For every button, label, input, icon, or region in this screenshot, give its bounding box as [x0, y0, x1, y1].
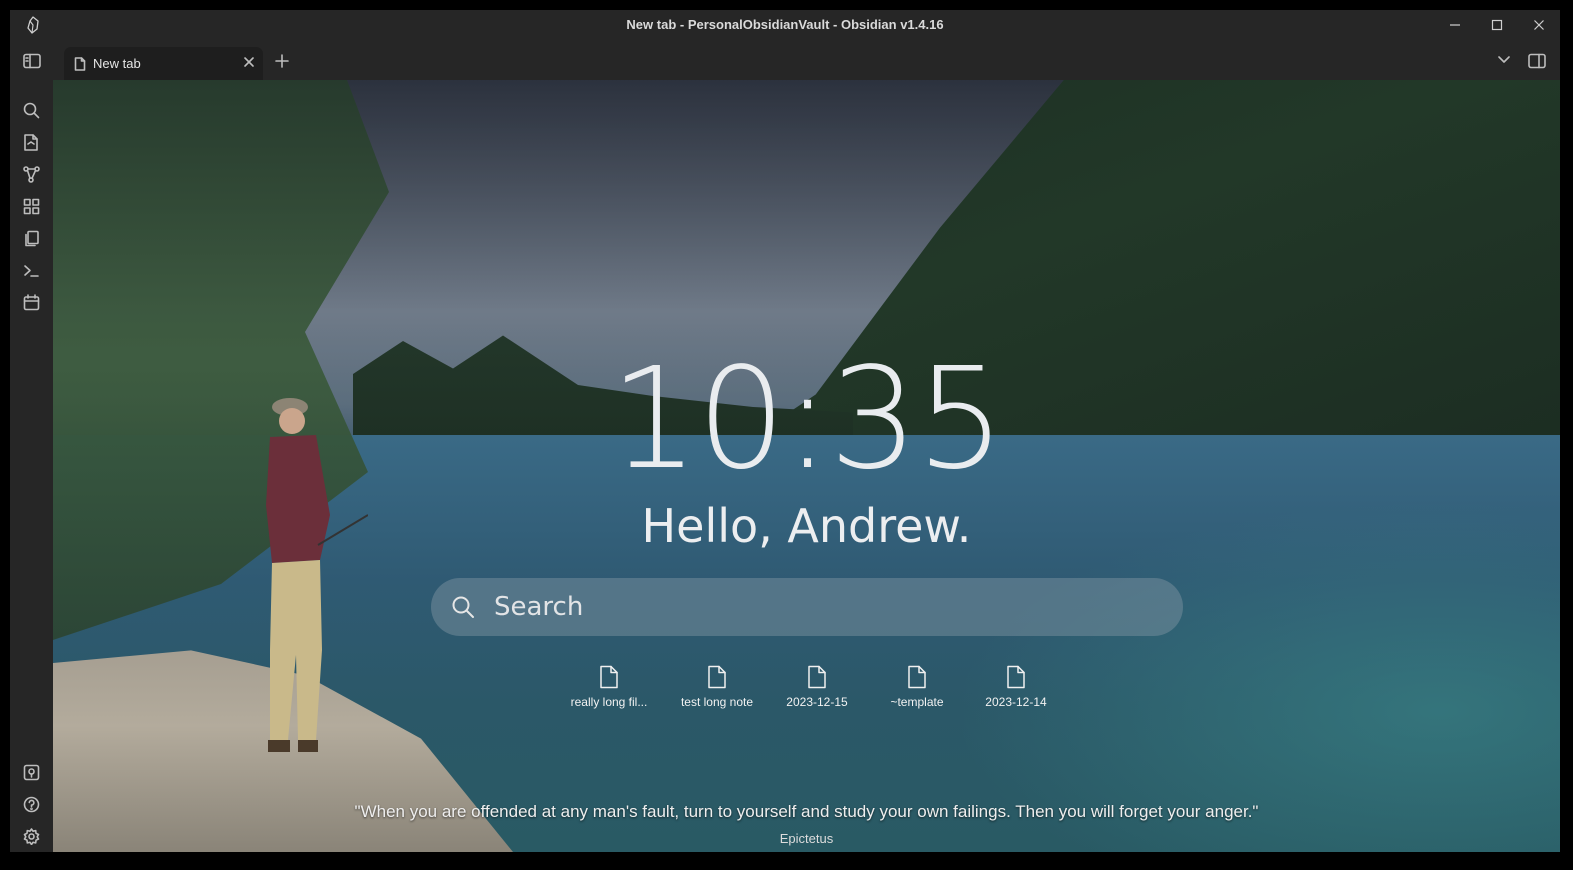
recent-file-item[interactable]: 2023-12-14 [968, 665, 1064, 709]
tab-list-chevron-down-icon[interactable] [1498, 56, 1510, 64]
search-icon [451, 595, 475, 619]
recent-file-item[interactable]: ~template [869, 665, 965, 709]
obsidian-window: New tab - PersonalObsidianVault - Obsidi… [10, 10, 1560, 852]
new-tab-plus-icon[interactable] [275, 54, 289, 68]
canvas-icon[interactable] [23, 198, 40, 215]
left-ribbon [10, 80, 53, 852]
search-icon[interactable] [23, 102, 40, 119]
file-icon [906, 665, 928, 691]
daily-quote: "When you are offended at any man's faul… [354, 802, 1259, 821]
close-window-button[interactable] [1518, 10, 1560, 40]
minimize-button[interactable] [1434, 10, 1476, 40]
recent-file-item[interactable]: 2023-12-15 [769, 665, 865, 709]
new-tab-home: 10:35 Hello, Andrew. really long fil... … [53, 80, 1560, 852]
quick-switcher-icon[interactable] [23, 134, 39, 151]
recent-file-item[interactable]: test long note [669, 665, 765, 709]
quote-author: Epictetus [779, 831, 834, 846]
clock-time: 10:35 [609, 338, 1005, 501]
greeting-text: Hello, Andrew. [641, 499, 972, 553]
maximize-icon [1491, 19, 1503, 31]
daily-notes-calendar-icon[interactable] [23, 294, 40, 311]
home-search-input[interactable] [494, 578, 1154, 636]
recent-file-label: really long fil... [570, 695, 648, 709]
maximize-button[interactable] [1476, 10, 1518, 40]
file-icon [706, 665, 728, 691]
tab-new-tab[interactable]: New tab [64, 47, 263, 80]
recent-file-item[interactable]: really long fil... [561, 665, 657, 709]
vault-switcher-icon[interactable] [23, 764, 40, 781]
file-icon [806, 665, 828, 691]
recent-file-label: test long note [680, 695, 754, 709]
window-title: New tab - PersonalObsidianVault - Obsidi… [626, 17, 944, 32]
minimize-icon [1450, 24, 1460, 26]
recent-file-label: 2023-12-14 [985, 695, 1047, 709]
close-tab-icon[interactable] [243, 56, 255, 68]
file-icon [1005, 665, 1027, 691]
graph-view-icon[interactable] [23, 166, 40, 183]
tab-bar: New tab [10, 40, 1560, 80]
recent-file-label: ~template [890, 695, 944, 709]
toggle-left-sidebar-icon[interactable] [23, 53, 41, 69]
file-icon [74, 57, 86, 71]
templates-icon[interactable] [23, 230, 40, 247]
command-palette-icon[interactable] [23, 262, 40, 279]
close-icon [1534, 20, 1544, 30]
settings-gear-icon[interactable] [23, 828, 40, 845]
tab-label: New tab [93, 56, 141, 71]
home-search-box[interactable] [431, 578, 1183, 636]
file-icon [598, 665, 620, 691]
toggle-right-sidebar-icon[interactable] [1528, 53, 1546, 69]
title-bar: New tab - PersonalObsidianVault - Obsidi… [10, 10, 1560, 40]
recent-file-label: 2023-12-15 [786, 695, 848, 709]
help-icon[interactable] [23, 796, 40, 813]
